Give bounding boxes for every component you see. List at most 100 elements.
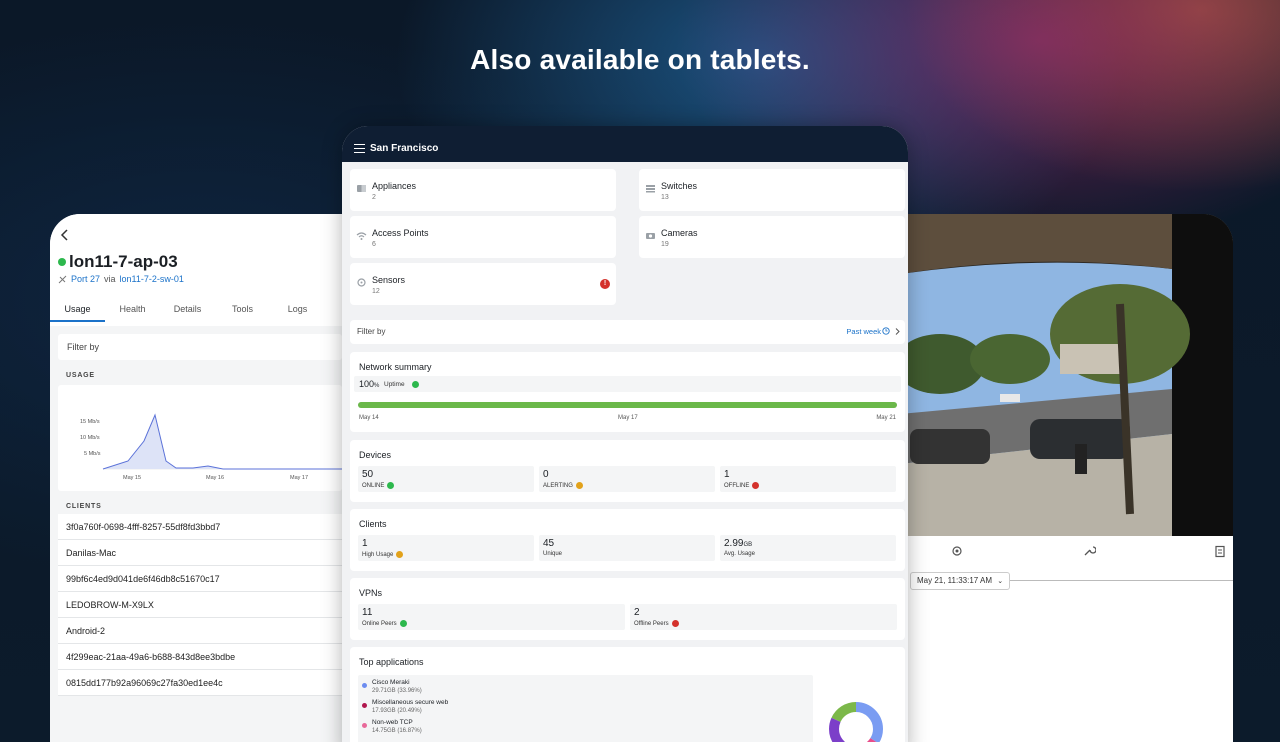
port-link[interactable]: Port 27: [71, 274, 100, 284]
check-icon: [399, 620, 407, 627]
app-name: Cisco Meraki: [372, 679, 410, 686]
tab-health[interactable]: Health: [105, 304, 160, 322]
usage-heading: USAGE: [66, 372, 95, 379]
category-name: Switches: [661, 181, 698, 191]
uptime-bar-track: [358, 402, 897, 408]
y-tick-5: 5 Mb/s: [84, 451, 101, 457]
switch-link[interactable]: lon11-7-2-sw-01: [120, 274, 184, 284]
application-item[interactable]: Non-web TCP 14.75GB (16.87%): [358, 719, 813, 739]
applications-legend: Cisco Meraki 29.71GB (33.96%) Miscellane…: [358, 675, 813, 742]
category-switches[interactable]: Switches 13: [639, 169, 905, 211]
stat-value: 2.99GB: [724, 538, 752, 549]
camera-video-feed[interactable]: [900, 214, 1233, 536]
clients-heading: CLIENTS: [66, 503, 102, 510]
client-row[interactable]: 4f299eac-21aa-49a6-b688-843d8ee3bdbe: [58, 644, 342, 670]
stat-label: OFFLINE: [724, 482, 760, 489]
category-name: Appliances: [372, 181, 417, 191]
left-tablet: lon11-7-ap-03 Port 27 via lon11-7-2-sw-0…: [50, 214, 350, 742]
devices-card[interactable]: Devices 50 ONLINE 0 ALERTING 1 OFFLINE: [350, 440, 905, 502]
uptime-bar-fill: [358, 402, 897, 408]
wifi-icon: [356, 232, 367, 240]
alert-icon[interactable]: !: [600, 279, 610, 289]
category-name: Access Points: [372, 228, 429, 238]
category-sensors[interactable]: Sensors 12 !: [350, 263, 616, 305]
app-detail: 17.93GB (20.49%): [372, 708, 422, 714]
filter-bar[interactable]: Filter by: [58, 334, 342, 360]
category-count: 6: [372, 241, 376, 248]
devices-alerting-stat[interactable]: 0 ALERTING: [539, 466, 715, 492]
warning-icon: [575, 482, 583, 489]
device-tabs: Usage Health Details Tools Logs: [50, 304, 350, 322]
menu-icon[interactable]: [354, 143, 365, 153]
application-item[interactable]: Cisco Meraki 29.71GB (33.96%): [358, 679, 813, 699]
x-tick-may16: May 16: [206, 475, 224, 481]
uptime-label: Uptime: [384, 381, 405, 388]
tab-details[interactable]: Details: [160, 304, 215, 322]
app-header: San Francisco: [342, 126, 908, 162]
app-detail: 29.71GB (33.96%): [372, 688, 422, 694]
client-row[interactable]: 99bf6c4ed9d041de6f46db8c51670c17: [58, 566, 342, 592]
stat-label-text: Online Peers: [362, 620, 397, 627]
clipboard-icon[interactable]: [1213, 544, 1227, 558]
category-cameras[interactable]: Cameras 19: [639, 216, 905, 258]
devices-offline-stat[interactable]: 1 OFFLINE: [720, 466, 896, 492]
port-icon: [58, 275, 67, 283]
devices-online-stat[interactable]: 50 ONLINE: [358, 466, 534, 492]
clients-avg-usage-stat[interactable]: 2.99GB Avg. Usage: [720, 535, 896, 561]
filter-value[interactable]: Past week: [846, 327, 881, 336]
device-uplink: Port 27 via lon11-7-2-sw-01: [58, 274, 184, 284]
camera-toolbar: [900, 544, 1233, 564]
stat-label: Avg. Usage: [724, 551, 755, 557]
tab-tools[interactable]: Tools: [215, 304, 270, 322]
client-row[interactable]: LEDOBROW-M-X9LX: [58, 592, 342, 618]
tab-usage[interactable]: Usage: [50, 304, 105, 322]
clients-unique-stat[interactable]: 45 Unique: [539, 535, 715, 561]
category-access-points[interactable]: Access Points 6: [350, 216, 616, 258]
client-row[interactable]: 0815dd177b92a96069c27fa30ed1ee4c: [58, 670, 342, 696]
online-status-icon: [58, 258, 66, 266]
timestamp-selector[interactable]: May 21, 11:33:17 AM ⌄: [910, 572, 1011, 590]
clients-high-usage-stat[interactable]: 1 High Usage: [358, 535, 534, 561]
stat-label: Unique: [543, 551, 563, 557]
filter-bar[interactable]: Filter by Past week: [350, 320, 905, 344]
stat-label: High Usage: [362, 551, 404, 558]
category-appliances[interactable]: Appliances 2: [350, 169, 616, 211]
tab-logs[interactable]: Logs: [270, 304, 325, 322]
stat-value: 45: [543, 538, 555, 549]
clients-card[interactable]: Clients 1 High Usage 45 Unique 2.99GB Av…: [350, 509, 905, 571]
client-row[interactable]: 3f0a760f-0698-4fff-8257-55df8fd3bbd7: [58, 514, 342, 540]
client-row[interactable]: Danilas-Mac: [58, 540, 342, 566]
network-summary-card[interactable]: Network summary 100% Uptime May 14 May 1…: [350, 352, 905, 432]
error-icon: [671, 620, 679, 627]
network-summary-title: Network summary: [359, 362, 432, 372]
stat-value: 11: [362, 607, 373, 618]
stat-label-text: OFFLINE: [724, 482, 750, 489]
vpn-offline-stat[interactable]: 2 Offline Peers: [630, 604, 897, 630]
top-applications-card[interactable]: Top applications Cisco Meraki 29.71GB (3…: [350, 647, 905, 742]
network-name[interactable]: San Francisco: [370, 143, 438, 154]
app-name: Non-web TCP: [372, 719, 413, 726]
stat-label-text: ALERTING: [543, 482, 573, 489]
client-row[interactable]: Android-2: [58, 618, 342, 644]
back-arrow-icon[interactable]: [58, 228, 72, 242]
uptime-value: 100%: [359, 379, 379, 389]
device-name: lon11-7-ap-03: [69, 252, 178, 271]
appliance-icon: [357, 185, 366, 192]
application-item[interactable]: Miscellaneous secure web 17.93GB (20.49%…: [358, 699, 813, 719]
usage-chart: 15 Mb/s 10 Mb/s 5 Mb/s May 15 May 16 May…: [58, 385, 350, 491]
devices-title: Devices: [359, 450, 392, 460]
center-tablet: San Francisco Appliances 2 Switches 13 A…: [342, 126, 908, 742]
check-icon: [387, 482, 395, 489]
vpn-online-stat[interactable]: 11 Online Peers: [358, 604, 625, 630]
timeline-track[interactable]: [1010, 580, 1233, 581]
camera-scene: [900, 214, 1233, 536]
vpns-card[interactable]: VPNs 11 Online Peers 2 Offline Peers: [350, 578, 905, 640]
legend-dot: [362, 683, 367, 688]
applications-donut-chart[interactable]: [824, 697, 888, 742]
device-header: lon11-7-ap-03 Port 27 via lon11-7-2-sw-0…: [50, 214, 350, 326]
settings-icon[interactable]: [950, 544, 964, 558]
camera-icon: [646, 233, 655, 239]
sensor-icon: [357, 278, 366, 287]
chevron-down-icon: ⌄: [997, 578, 1004, 585]
wrench-icon[interactable]: [1082, 544, 1096, 558]
